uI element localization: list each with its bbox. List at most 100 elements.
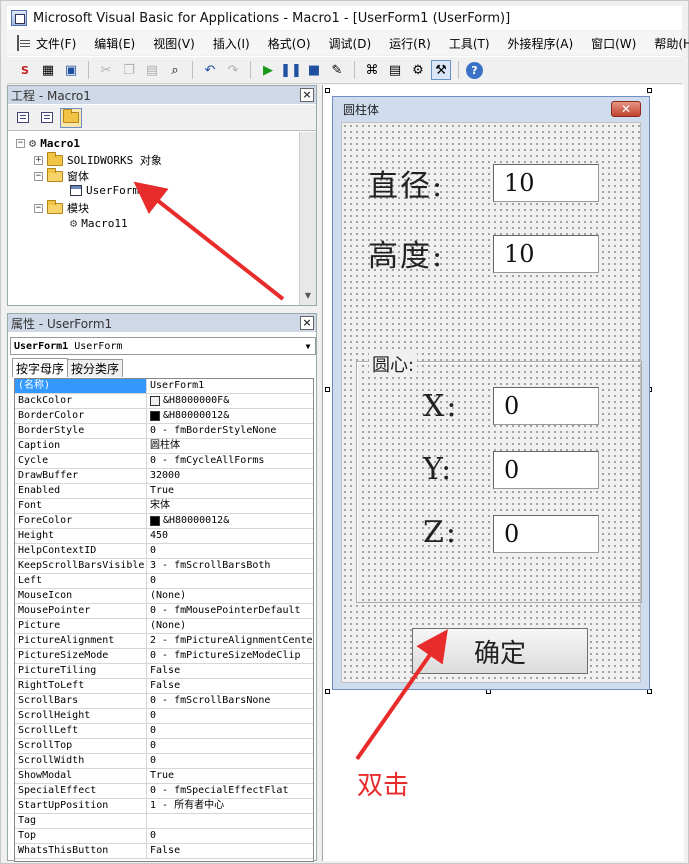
property-row[interactable]: Font 宋体 — [15, 499, 313, 514]
property-value[interactable]: &H8000000F& — [147, 394, 313, 408]
tree-item-macro1[interactable]: − ⚙ Macro1 — [16, 136, 80, 150]
tree-item-solidworks[interactable]: + SOLIDWORKS 对象 — [34, 151, 162, 168]
project-scrollbar[interactable]: ▼ — [299, 132, 316, 305]
copy-icon[interactable]: ❐ — [119, 60, 139, 80]
property-value[interactable]: UserForm1 — [147, 379, 313, 393]
close-icon[interactable]: ✕ — [611, 101, 641, 117]
property-value[interactable]: False — [147, 844, 313, 858]
userform[interactable]: 圆柱体 ✕ 直径: 10 高度: 10 圆心: X: 0 Y: 0 Z: 0 确… — [332, 96, 650, 690]
property-row[interactable]: HelpContextID 0 — [15, 544, 313, 559]
property-row[interactable]: (名称) UserForm1 — [15, 379, 313, 394]
property-value[interactable]: 0 - fmPictureSizeModeClip — [147, 649, 313, 663]
property-row[interactable]: ScrollTop 0 — [15, 739, 313, 754]
property-value[interactable]: 32000 — [147, 469, 313, 483]
toggle-folders-button[interactable] — [60, 107, 82, 128]
property-row[interactable]: ScrollBars 0 - fmScrollBarsNone — [15, 694, 313, 709]
property-row[interactable]: ScrollHeight 0 — [15, 709, 313, 724]
property-row[interactable]: Left 0 — [15, 574, 313, 589]
view-code-button[interactable] — [12, 108, 34, 128]
property-value[interactable]: 0 - fmScrollBarsNone — [147, 694, 313, 708]
property-row[interactable]: StartUpPosition 1 - 所有者中心 — [15, 799, 313, 814]
find-icon[interactable]: ⌕ — [165, 60, 185, 80]
property-row[interactable]: PictureSizeMode 0 - fmPictureSizeModeClip — [15, 649, 313, 664]
paste-icon[interactable]: ▤ — [142, 60, 162, 80]
cut-icon[interactable]: ✂ — [96, 60, 116, 80]
property-value[interactable]: (None) — [147, 589, 313, 603]
project-explorer-icon[interactable]: ⌘ — [362, 60, 382, 80]
solidworks-icon[interactable]: S — [15, 60, 35, 80]
menu-tools[interactable]: 工具(T) — [440, 35, 499, 52]
property-row[interactable]: WhatsThisButton False — [15, 844, 313, 859]
property-value[interactable]: 2 - fmPictureAlignmentCente — [147, 634, 313, 648]
document-icon[interactable] — [17, 35, 30, 51]
property-row[interactable]: ForeColor &H80000012& — [15, 514, 313, 529]
property-row[interactable]: RightToLeft False — [15, 679, 313, 694]
property-value[interactable]: 0 — [147, 829, 313, 843]
property-row[interactable]: MousePointer 0 - fmMousePointerDefault — [15, 604, 313, 619]
property-value[interactable]: (None) — [147, 619, 313, 633]
property-row[interactable]: Caption 圆柱体 — [15, 439, 313, 454]
collapse-icon[interactable]: − — [34, 171, 43, 181]
reset-icon[interactable]: ■ — [304, 60, 324, 80]
property-value[interactable]: 0 - fmMousePointerDefault — [147, 604, 313, 618]
resize-handle[interactable] — [325, 88, 330, 93]
x-input[interactable]: 0 — [493, 387, 599, 425]
tree-item-macro11[interactable]: ⚙ Macro11 — [70, 216, 128, 230]
object-browser-icon[interactable]: ⚙ — [408, 60, 428, 80]
undo-icon[interactable]: ↶ — [200, 60, 220, 80]
property-row[interactable]: ScrollLeft 0 — [15, 724, 313, 739]
tree-item-forms[interactable]: − 窗体 — [34, 167, 89, 184]
property-value[interactable]: 0 - fmSpecialEffectFlat — [147, 784, 313, 798]
property-value[interactable]: &H80000012& — [147, 409, 313, 423]
property-row[interactable]: Picture (None) — [15, 619, 313, 634]
property-row[interactable]: SpecialEffect 0 - fmSpecialEffectFlat — [15, 784, 313, 799]
property-value[interactable]: 1 - 所有者中心 — [147, 799, 313, 813]
property-row[interactable]: MouseIcon (None) — [15, 589, 313, 604]
property-value[interactable]: 宋体 — [147, 499, 313, 513]
z-input[interactable]: 0 — [493, 515, 599, 553]
menu-run[interactable]: 运行(R) — [380, 35, 440, 52]
property-value[interactable]: 圆柱体 — [147, 439, 313, 453]
chevron-down-icon[interactable]: ▼ — [301, 342, 315, 351]
property-value[interactable]: 0 — [147, 544, 313, 558]
property-value[interactable]: 0 - fmCycleAllForms — [147, 454, 313, 468]
diameter-input[interactable]: 10 — [493, 164, 599, 202]
menu-edit[interactable]: 编辑(E) — [85, 35, 144, 52]
save-icon[interactable]: ▣ — [61, 60, 81, 80]
run-icon[interactable]: ▶ — [258, 60, 278, 80]
property-row[interactable]: KeepScrollBarsVisible 3 - fmScrollBarsBot… — [15, 559, 313, 574]
toolbox-icon[interactable]: ⚒ — [431, 60, 451, 80]
help-icon[interactable]: ? — [466, 61, 483, 79]
property-row[interactable]: PictureAlignment 2 - fmPictureAlignmentCe… — [15, 634, 313, 649]
expand-icon[interactable]: + — [34, 155, 43, 165]
property-row[interactable]: BorderColor &H80000012& — [15, 409, 313, 424]
property-row[interactable]: Top 0 — [15, 829, 313, 844]
property-value[interactable]: 450 — [147, 529, 313, 543]
property-row[interactable]: Height 450 — [15, 529, 313, 544]
property-value[interactable]: 3 - fmScrollBarsBoth — [147, 559, 313, 573]
property-row[interactable]: Tag — [15, 814, 313, 829]
property-value[interactable]: True — [147, 484, 313, 498]
menu-help[interactable]: 帮助(H) — [645, 35, 689, 52]
resize-handle[interactable] — [647, 88, 652, 93]
scroll-down-icon[interactable]: ▼ — [300, 291, 316, 305]
close-icon[interactable]: × — [300, 316, 314, 330]
property-row[interactable]: Enabled True — [15, 484, 313, 499]
property-value[interactable]: 0 — [147, 739, 313, 753]
property-value[interactable]: 0 — [147, 724, 313, 738]
tab-categorized[interactable]: 按分类序 — [67, 359, 124, 377]
resize-handle[interactable] — [325, 387, 330, 392]
property-value[interactable]: True — [147, 769, 313, 783]
property-row[interactable]: DrawBuffer 32000 — [15, 469, 313, 484]
menu-file[interactable]: 文件(F) — [27, 35, 85, 52]
properties-window-icon[interactable]: ▤ — [385, 60, 405, 80]
property-row[interactable]: ScrollWidth 0 — [15, 754, 313, 769]
userform-client[interactable]: 直径: 10 高度: 10 圆心: X: 0 Y: 0 Z: 0 确定 — [341, 122, 642, 683]
tree-item-modules[interactable]: − 模块 — [34, 199, 89, 216]
menu-window[interactable]: 窗口(W) — [582, 35, 645, 52]
property-value[interactable]: 0 — [147, 574, 313, 588]
collapse-icon[interactable]: − — [34, 203, 43, 213]
menu-addins[interactable]: 外接程序(A) — [499, 35, 583, 52]
resize-handle[interactable] — [325, 689, 330, 694]
property-value[interactable]: False — [147, 679, 313, 693]
